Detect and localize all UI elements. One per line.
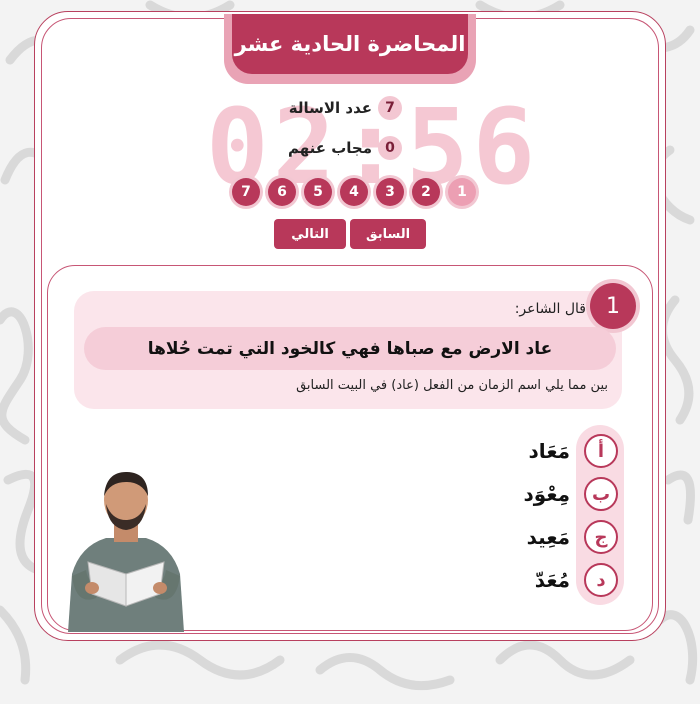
question-nav-item[interactable]: 4 [340, 178, 368, 206]
title-tab: المحاضرة الحادية عشر [224, 14, 476, 84]
option-text: مُعَدّ [534, 568, 570, 592]
option-text: مِعْوَد [523, 482, 570, 506]
answered-stat: 0 مجاب عنهم [288, 136, 402, 160]
answered-count: 0 [378, 136, 402, 160]
question-nav-item[interactable]: 7 [232, 178, 260, 206]
answer-option[interactable]: أ مَعَاد [529, 434, 618, 468]
presenter-illustration [62, 466, 190, 632]
question-nav-item[interactable]: 3 [376, 178, 404, 206]
previous-button[interactable]: السابق [350, 219, 426, 249]
option-text: مَعِيد [526, 525, 570, 549]
lecture-title: المحاضرة الحادية عشر [232, 14, 468, 74]
total-questions-label: عدد الاسالة [288, 99, 372, 117]
answer-option[interactable]: ج مَعِيد [527, 520, 618, 554]
question-number-badge: 1 [590, 283, 636, 329]
total-questions-stat: 7 عدد الاسالة [289, 96, 402, 120]
option-letter-badge: ب [584, 477, 618, 511]
question-prompt: بين مما يلي اسم الزمان من الفعل (عاد) في… [296, 378, 608, 393]
question-intro: قال الشاعر: [514, 301, 586, 317]
answered-label: مجاب عنهم [287, 139, 372, 157]
option-letter-badge: ج [584, 520, 618, 554]
poem-verse: عاد الارض مع صباها فهي كالخود التي تمت ح… [84, 327, 616, 370]
question-navigator: 1 2 3 4 5 6 7 [226, 178, 476, 206]
question-nav-item[interactable]: 1 [448, 178, 476, 206]
question-nav-item[interactable]: 5 [304, 178, 332, 206]
next-button[interactable]: التالي [274, 219, 346, 249]
option-letter-badge: أ [584, 434, 618, 468]
total-questions-count: 7 [378, 96, 402, 120]
question-nav-item[interactable]: 6 [268, 178, 296, 206]
option-letter-badge: د [584, 563, 618, 597]
answer-option[interactable]: د مُعَدّ [535, 563, 618, 597]
option-text: مَعَاد [528, 439, 570, 463]
answer-option[interactable]: ب مِعْوَد [524, 477, 618, 511]
question-nav-item[interactable]: 2 [412, 178, 440, 206]
